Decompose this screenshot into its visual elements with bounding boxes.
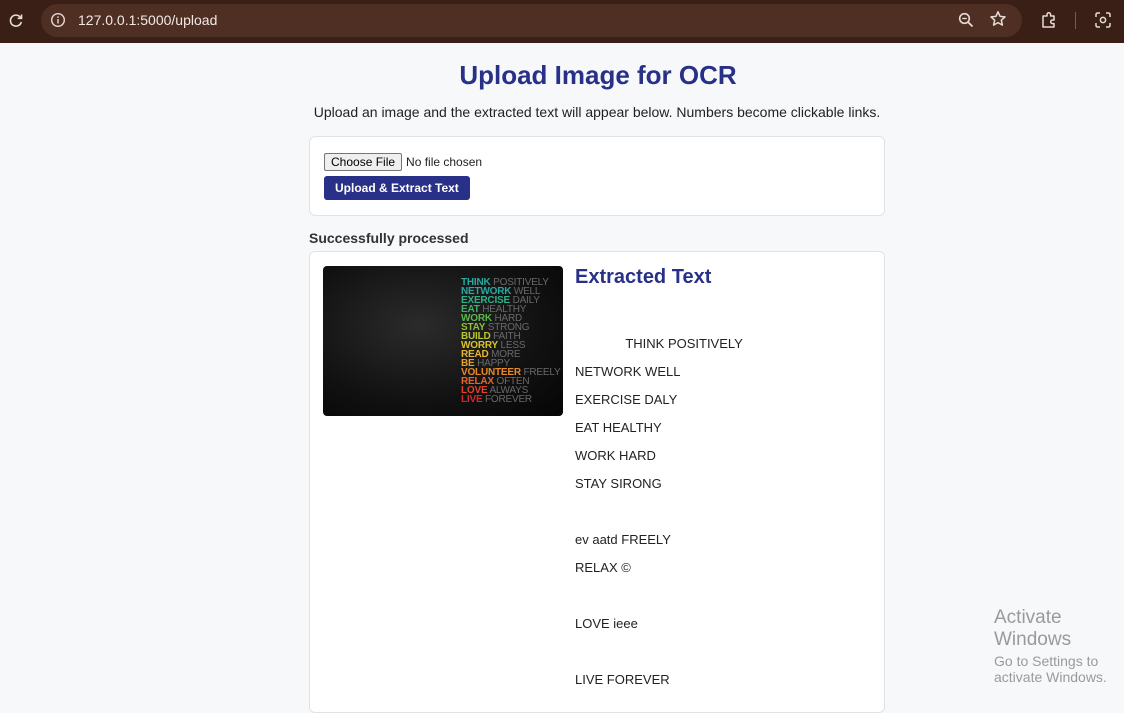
browser-toolbar: 127.0.0.1:5000/upload — [0, 0, 1124, 43]
address-bar[interactable]: 127.0.0.1:5000/upload — [41, 4, 1022, 37]
star-icon[interactable] — [989, 10, 1007, 28]
extracted-text-body: THINK POSITIVELY NETWORK WELL EXERCISE D… — [575, 336, 743, 687]
image-word-bold: LIVE — [461, 394, 483, 405]
zoom-icon[interactable] — [957, 11, 975, 29]
image-word-row: LIVE FOREVER — [461, 394, 560, 405]
file-status-text: No file chosen — [406, 155, 483, 169]
page-title: Upload Image for OCR — [459, 60, 737, 90]
reload-icon[interactable] — [7, 12, 25, 30]
extensions-icon[interactable] — [1040, 11, 1058, 29]
upload-extract-button[interactable]: Upload & Extract Text — [324, 176, 470, 200]
watermark-title: Activate Windows — [994, 607, 1072, 650]
extracted-text-heading: Extracted Text — [575, 266, 712, 288]
page-subtitle: Upload an image and the extracted text w… — [313, 104, 881, 120]
status-message: Successfully processed — [309, 230, 469, 246]
upload-form-card: Choose File No file chosen Upload & Extr… — [309, 136, 885, 216]
result-card: THINK POSITIVELY NETWORK WELL EXERCISE DAI… — [309, 251, 885, 713]
uploaded-image-thumbnail: THINK POSITIVELY NETWORK WELL EXERCISE DAI… — [323, 266, 563, 416]
file-input[interactable]: Choose File No file chosen — [324, 153, 482, 171]
watermark-subtitle: Go to Settings to activate Windows. — [994, 653, 1107, 685]
windows-activation-watermark: Activate Windows Go to Settings to activ… — [994, 607, 1124, 685]
image-word-light: FOREVER — [482, 394, 532, 405]
lens-icon[interactable] — [1094, 11, 1112, 29]
image-word-list: THINK POSITIVELY NETWORK WELL EXERCISE DAI… — [461, 278, 561, 405]
toolbar-divider — [1075, 12, 1076, 29]
choose-file-button[interactable]: Choose File — [324, 153, 403, 171]
info-icon[interactable] — [50, 12, 66, 28]
url-text[interactable]: 127.0.0.1:5000/upload — [78, 12, 217, 28]
